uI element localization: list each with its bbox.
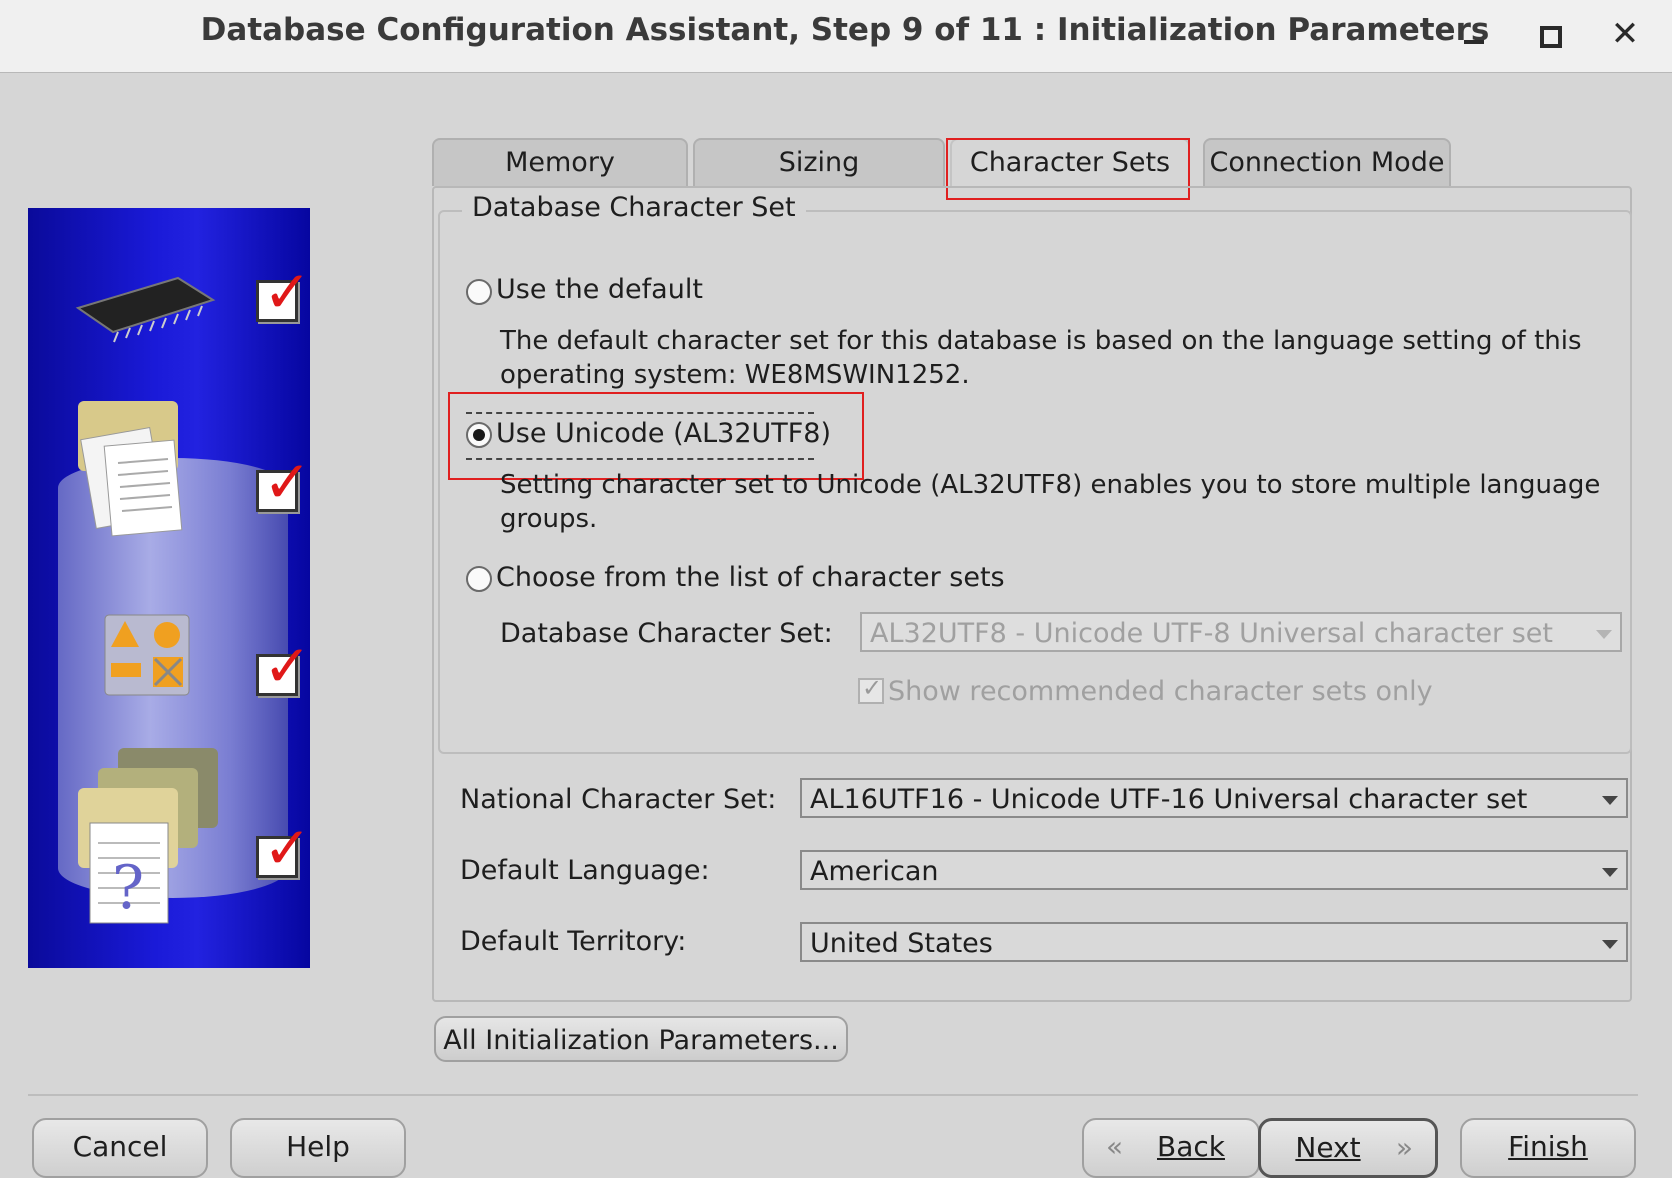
next-button-label: Next [1295, 1131, 1361, 1164]
chevron-left-icon: « [1106, 1130, 1124, 1163]
finish-button[interactable]: Finish [1460, 1118, 1636, 1178]
chevron-right-icon: » [1395, 1131, 1413, 1164]
use-unicode-description: Setting character set to Unicode (AL32UT… [500, 470, 1601, 534]
tab-sizing[interactable]: Sizing [693, 138, 945, 186]
window-title: Database Configuration Assistant, Step 9… [200, 12, 1490, 48]
db-charset-combo[interactable]: AL32UTF8 - Unicode UTF-8 Universal chara… [860, 612, 1622, 652]
finish-button-label: Finish [1508, 1130, 1588, 1163]
use-default-description: The default character set for this datab… [500, 326, 1582, 390]
red-check-icon: ✓ [263, 258, 310, 326]
national-charset-value: AL16UTF16 - Unicode UTF-16 Universal cha… [810, 784, 1528, 815]
default-territory-value: United States [810, 928, 993, 959]
db-charset-label: Database Character Set: [500, 618, 833, 649]
national-charset-combo[interactable]: AL16UTF16 - Unicode UTF-16 Universal cha… [800, 778, 1628, 818]
step-check-icon: ✓ [256, 637, 310, 696]
red-check-icon: ✓ [263, 814, 310, 882]
maximize-icon [1540, 26, 1562, 48]
wizard-side-illustration: ? ✓ ✓ ✓ ✓ [28, 208, 310, 968]
show-recommended-label[interactable]: Show recommended character sets only [888, 676, 1433, 707]
minimize-icon [1464, 40, 1484, 44]
radio-use-unicode-label[interactable]: Use Unicode (AL32UTF8) [496, 418, 831, 449]
chevron-down-icon [1596, 630, 1612, 639]
group-legend: Database Character Set [462, 192, 806, 223]
radio-choose-list-label[interactable]: Choose from the list of character sets [496, 562, 1005, 593]
next-button[interactable]: Next » [1258, 1118, 1438, 1178]
chevron-down-icon [1602, 796, 1618, 805]
red-check-icon: ✓ [263, 448, 310, 516]
memory-chip-icon [75, 276, 216, 343]
tab-character-sets[interactable]: Character Sets [950, 138, 1190, 186]
radio-choose-list[interactable] [466, 566, 492, 592]
close-icon: ✕ [1610, 14, 1640, 54]
cancel-button[interactable]: Cancel [32, 1118, 208, 1178]
help-documents-icon: ? [78, 748, 218, 924]
documents-folder-icon [78, 401, 183, 537]
back-button-label: Back [1157, 1130, 1225, 1163]
db-charset-value: AL32UTF8 - Unicode UTF-8 Universal chara… [870, 618, 1554, 649]
red-check-icon: ✓ [263, 632, 310, 700]
default-territory-label: Default Territory: [460, 926, 687, 957]
default-language-label: Default Language: [460, 855, 710, 886]
back-button[interactable]: « Back [1082, 1118, 1260, 1178]
default-language-combo[interactable]: American [800, 850, 1628, 890]
maximize-button[interactable] [1528, 14, 1572, 58]
radio-use-default[interactable] [466, 279, 492, 305]
show-recommended-checkbox[interactable] [858, 674, 884, 704]
step-check-icon: ✓ [256, 453, 310, 512]
radio-use-default-label[interactable]: Use the default [496, 274, 703, 305]
close-button[interactable]: ✕ [1603, 14, 1647, 58]
chevron-down-icon [1602, 940, 1618, 949]
default-language-value: American [810, 856, 939, 887]
radio-use-unicode[interactable] [466, 422, 492, 448]
svg-text:?: ? [112, 853, 144, 923]
minimize-button[interactable] [1452, 14, 1496, 58]
shapes-icon [104, 614, 190, 696]
step-check-icon: ✓ [256, 819, 310, 878]
national-charset-label: National Character Set: [460, 784, 777, 815]
title-bar: Database Configuration Assistant, Step 9… [0, 0, 1672, 73]
help-button[interactable]: Help [230, 1118, 406, 1178]
tab-connection-mode[interactable]: Connection Mode [1203, 138, 1451, 186]
chevron-down-icon [1602, 868, 1618, 877]
all-init-params-button[interactable]: All Initialization Parameters... [434, 1016, 848, 1062]
step-check-icon: ✓ [256, 263, 310, 322]
tab-memory[interactable]: Memory [432, 138, 688, 186]
default-territory-combo[interactable]: United States [800, 922, 1628, 962]
footer-divider [28, 1094, 1638, 1096]
